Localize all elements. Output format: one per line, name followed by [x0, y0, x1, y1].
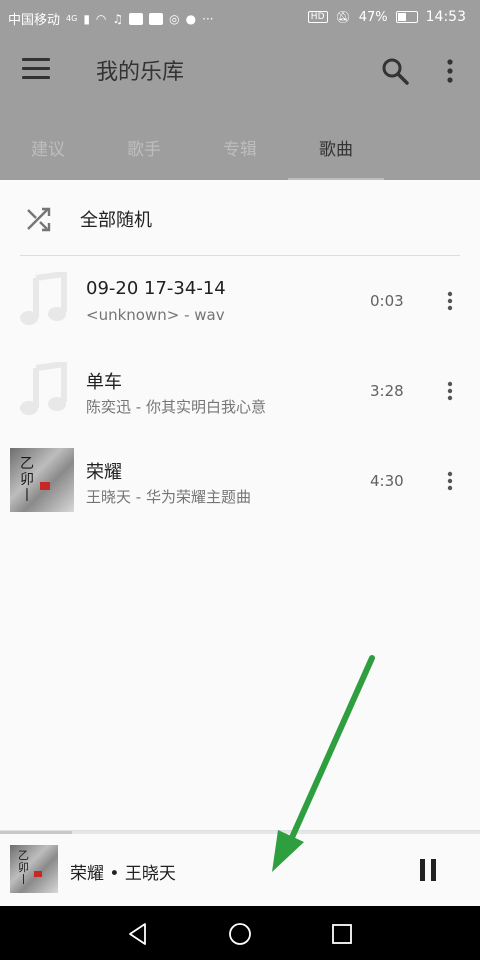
music-note-icon [20, 272, 67, 325]
clock: 14:53 [425, 9, 466, 25]
tab-songs[interactable]: 歌曲 [288, 130, 384, 176]
music-icon: ♫ [112, 11, 124, 26]
wifi-icon: ◠ [95, 11, 107, 26]
settings-notification-icon: ◎ [169, 11, 180, 26]
album-art: 乙卯丨 [10, 448, 74, 512]
song-duration: 4:30 [370, 472, 404, 490]
shuffle-all-label: 全部随机 [80, 210, 152, 231]
song-title: 09-20 17-34-14 [86, 278, 226, 299]
mini-player[interactable]: 乙卯丨 荣耀 • 王晓天 [0, 830, 480, 907]
battery-icon [395, 11, 418, 23]
tab-bar: 建议 歌手 专辑 歌曲 [0, 130, 480, 180]
song-title: 荣耀 [86, 462, 122, 483]
recents-icon[interactable] [330, 922, 354, 946]
chat-icon: ● [185, 11, 197, 26]
more-vert-icon[interactable] [442, 470, 458, 492]
song-row[interactable]: 乙卯丨 荣耀 王晓天 - 华为荣耀主题曲 4:30 [0, 436, 480, 526]
song-duration: 0:03 [370, 292, 404, 310]
now-playing-title[interactable]: 荣耀 • 王晓天 [70, 859, 176, 884]
status-bar: 中国移动 4G ▮ ◠ ♫ ◎ ● ··· HD 🔕︎ 47% 14:53 [0, 0, 480, 34]
song-list-panel: 全部随机 09-20 17-34-14 <unknown> - wav 0:03… [0, 180, 480, 830]
song-title: 单车 [86, 372, 122, 393]
album-art[interactable]: 乙卯丨 [10, 845, 58, 893]
song-subtitle: 陈奕迅 - 你其实明白我心意 [86, 398, 266, 416]
app-icon [149, 12, 164, 25]
song-subtitle: <unknown> - wav [86, 306, 225, 324]
more-notifications-icon: ··· [202, 11, 214, 26]
shuffle-icon [27, 207, 51, 232]
baidu-icon [129, 12, 144, 25]
hd-badge: HD [307, 11, 328, 23]
battery-percent: 47% [358, 9, 388, 25]
app-bar: 我的乐库 建议 歌手 专辑 歌曲 [0, 34, 480, 180]
pause-icon[interactable] [420, 859, 438, 881]
menu-icon[interactable] [22, 58, 50, 82]
network-type: 4G [66, 13, 78, 23]
tab-suggestions[interactable]: 建议 [0, 130, 96, 176]
song-duration: 3:28 [370, 382, 404, 400]
mute-icon: 🔕︎ [335, 10, 351, 24]
signal-icon: ▮ [83, 11, 90, 26]
song-row[interactable]: 09-20 17-34-14 <unknown> - wav 0:03 [0, 256, 480, 346]
tab-artists[interactable]: 歌手 [96, 130, 192, 176]
more-vert-icon[interactable] [442, 380, 458, 402]
playback-progress-track [0, 831, 480, 834]
back-icon[interactable] [126, 922, 150, 946]
shuffle-all-row[interactable]: 全部随机 [0, 180, 480, 256]
more-vert-icon[interactable] [442, 290, 458, 312]
page-title: 我的乐库 [96, 60, 185, 85]
song-subtitle: 王晓天 - 华为荣耀主题曲 [86, 488, 251, 506]
playback-progress [0, 831, 72, 834]
song-row[interactable]: 单车 陈奕迅 - 你其实明白我心意 3:28 [0, 346, 480, 436]
tab-albums[interactable]: 专辑 [192, 130, 288, 176]
music-note-icon [20, 362, 67, 415]
search-icon[interactable] [380, 56, 410, 86]
home-icon[interactable] [228, 922, 252, 946]
carrier-label: 中国移动 [8, 13, 61, 28]
navigation-bar [0, 906, 480, 960]
more-vert-icon[interactable] [440, 56, 460, 86]
